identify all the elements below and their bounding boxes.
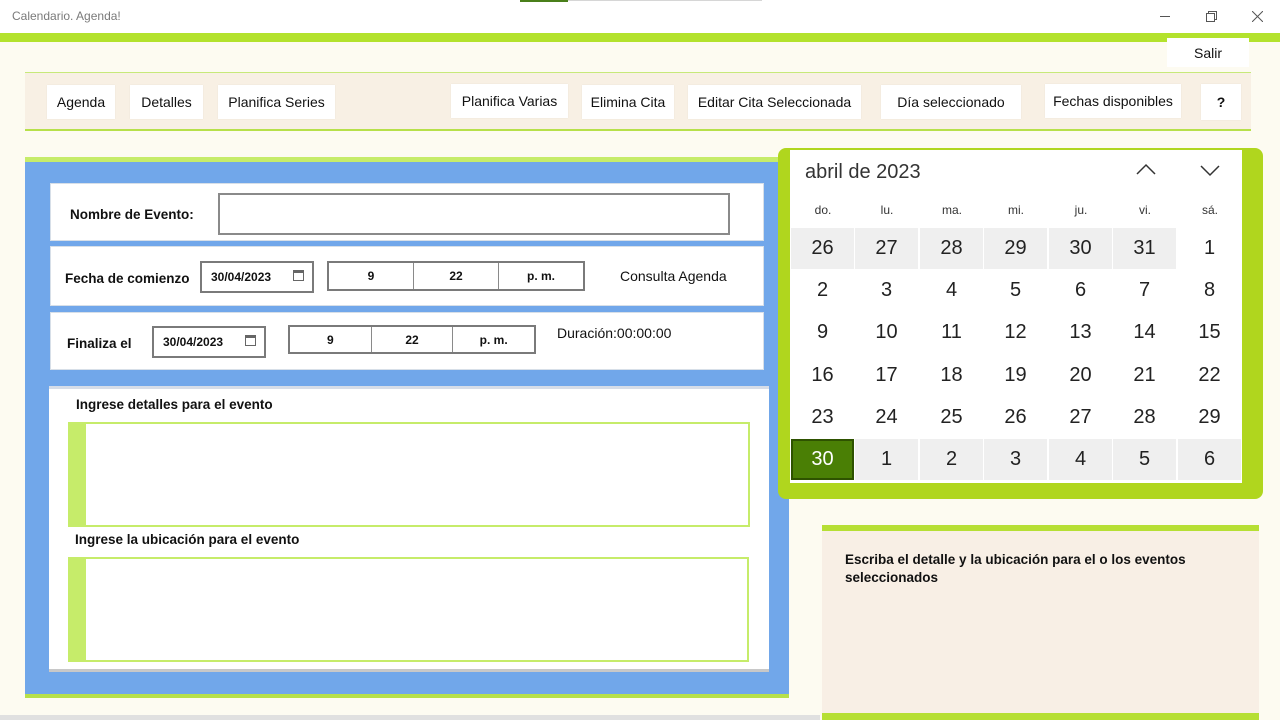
start-date-value: 30/04/2023	[211, 270, 272, 284]
calendar-day[interactable]: 26	[791, 228, 854, 269]
calendar-day[interactable]: 2	[791, 270, 854, 311]
bottom-edge	[0, 715, 820, 720]
end-date-value: 30/04/2023	[163, 335, 224, 349]
weekday-label: mi.	[1008, 203, 1024, 217]
calendar-day[interactable]: 7	[1113, 270, 1176, 311]
consulta-agenda-link[interactable]: Consulta Agenda	[620, 268, 727, 284]
calendar-day[interactable]: 11	[920, 312, 983, 353]
calendar-day[interactable]: 16	[791, 355, 854, 396]
location-textarea[interactable]	[68, 557, 749, 662]
weekday-label: lu.	[880, 203, 894, 217]
calendar-day[interactable]: 3	[984, 439, 1047, 480]
calendar-day[interactable]: 5	[984, 270, 1047, 311]
minimize-button[interactable]	[1142, 0, 1188, 32]
calendar-day[interactable]: 1	[1178, 228, 1241, 269]
weekday-label: ma.	[941, 203, 962, 217]
planifica-varias-button[interactable]: Planifica Varias	[451, 84, 568, 118]
title-progress-track	[568, 0, 762, 1]
agenda-button[interactable]: Agenda	[47, 85, 115, 119]
end-hour[interactable]: 9	[290, 327, 372, 352]
help-button[interactable]: ?	[1201, 84, 1241, 120]
calendar-day[interactable]: 28	[920, 228, 983, 269]
calendar-day[interactable]: 25	[920, 397, 983, 438]
chevron-up-icon[interactable]	[1136, 160, 1156, 180]
calendar-day[interactable]: 13	[1049, 312, 1112, 353]
editar-cita-button[interactable]: Editar Cita Seleccionada	[688, 85, 861, 119]
calendar-day[interactable]: 26	[984, 397, 1047, 438]
info-text: Escriba el detalle y la ubicación para e…	[845, 552, 1186, 585]
minimize-icon	[1159, 15, 1170, 17]
accent-strip	[0, 33, 1280, 42]
calendar-day[interactable]: 8	[1178, 270, 1241, 311]
calendar-day[interactable]: 4	[920, 270, 983, 311]
location-label: Ingrese la ubicación para el evento	[75, 532, 300, 547]
calendar-month-title[interactable]: abril de 2023	[805, 161, 921, 184]
detalles-button[interactable]: Detalles	[130, 85, 203, 119]
calendar-day[interactable]: 17	[855, 355, 918, 396]
calendar-day[interactable]: 18	[920, 355, 983, 396]
start-date-label: Fecha de comienzo	[65, 271, 190, 286]
calendar-day[interactable]: 5	[1113, 439, 1176, 480]
calendar-day[interactable]: 10	[855, 312, 918, 353]
dia-seleccionado-button[interactable]: Día seleccionado	[881, 85, 1021, 119]
restore-button[interactable]	[1188, 0, 1234, 32]
calendar-day[interactable]: 29	[984, 228, 1047, 269]
close-button[interactable]	[1234, 0, 1280, 32]
window-title: Calendario. Agenda!	[12, 9, 121, 23]
calendar-day[interactable]: 6	[1049, 270, 1112, 311]
calendar-day[interactable]: 31	[1113, 228, 1176, 269]
exit-button[interactable]: Salir	[1167, 38, 1249, 67]
start-ampm[interactable]: p. m.	[499, 263, 583, 289]
event-name-label: Nombre de Evento:	[70, 207, 194, 222]
calendar-day-selected[interactable]: 30	[791, 439, 854, 480]
end-date-picker[interactable]: 30/04/2023	[152, 326, 266, 358]
duration-text: Duración:00:00:00	[557, 325, 672, 341]
details-textarea[interactable]	[68, 422, 750, 527]
start-hour[interactable]: 9	[329, 263, 414, 289]
calendar-day[interactable]: 3	[855, 270, 918, 311]
chevron-down-icon[interactable]	[1200, 160, 1220, 180]
calendar-day[interactable]: 4	[1049, 439, 1112, 480]
event-name-input[interactable]	[218, 193, 730, 235]
calendar-day[interactable]: 20	[1049, 355, 1112, 396]
start-time-picker[interactable]: 9 22 p. m.	[327, 261, 585, 291]
calendar-day[interactable]: 19	[984, 355, 1047, 396]
calendar-day[interactable]: 22	[1178, 355, 1241, 396]
elimina-cita-button[interactable]: Elimina Cita	[582, 85, 674, 119]
calendar-day[interactable]: 30	[1049, 228, 1112, 269]
calendar-day[interactable]: 28	[1113, 397, 1176, 438]
calendar-icon	[245, 335, 256, 346]
calendar-day[interactable]: 27	[1049, 397, 1112, 438]
end-date-label: Finaliza el	[67, 336, 132, 351]
calendar-day[interactable]: 27	[855, 228, 918, 269]
calendar-day[interactable]: 29	[1178, 397, 1241, 438]
weekday-label: sá.	[1201, 203, 1218, 217]
calendar-day[interactable]: 24	[855, 397, 918, 438]
close-icon	[1251, 10, 1263, 22]
weekday-label: vi.	[1139, 203, 1151, 217]
fechas-disponibles-button[interactable]: Fechas disponibles	[1045, 84, 1181, 118]
title-bar	[0, 0, 1280, 33]
calendar-day[interactable]: 12	[984, 312, 1047, 353]
calendar-day[interactable]: 2	[920, 439, 983, 480]
calendar-day[interactable]: 15	[1178, 312, 1241, 353]
weekday-label: do.	[814, 203, 832, 217]
calendar-day[interactable]: 14	[1113, 312, 1176, 353]
end-minute[interactable]: 22	[372, 327, 454, 352]
calendar-day[interactable]: 1	[855, 439, 918, 480]
restore-icon	[1205, 10, 1217, 22]
calendar-icon	[293, 270, 304, 281]
details-label: Ingrese detalles para el evento	[76, 397, 273, 412]
end-time-picker[interactable]: 9 22 p. m.	[288, 325, 536, 354]
weekday-label: ju.	[1074, 203, 1088, 217]
calendar-day[interactable]: 6	[1178, 439, 1241, 480]
start-minute[interactable]: 22	[414, 263, 499, 289]
end-ampm[interactable]: p. m.	[453, 327, 534, 352]
calendar-day[interactable]: 9	[791, 312, 854, 353]
calendar-day[interactable]: 21	[1113, 355, 1176, 396]
planifica-series-button[interactable]: Planifica Series	[218, 85, 335, 119]
start-date-picker[interactable]: 30/04/2023	[200, 261, 314, 293]
title-progress	[520, 0, 568, 2]
calendar-day[interactable]: 23	[791, 397, 854, 438]
